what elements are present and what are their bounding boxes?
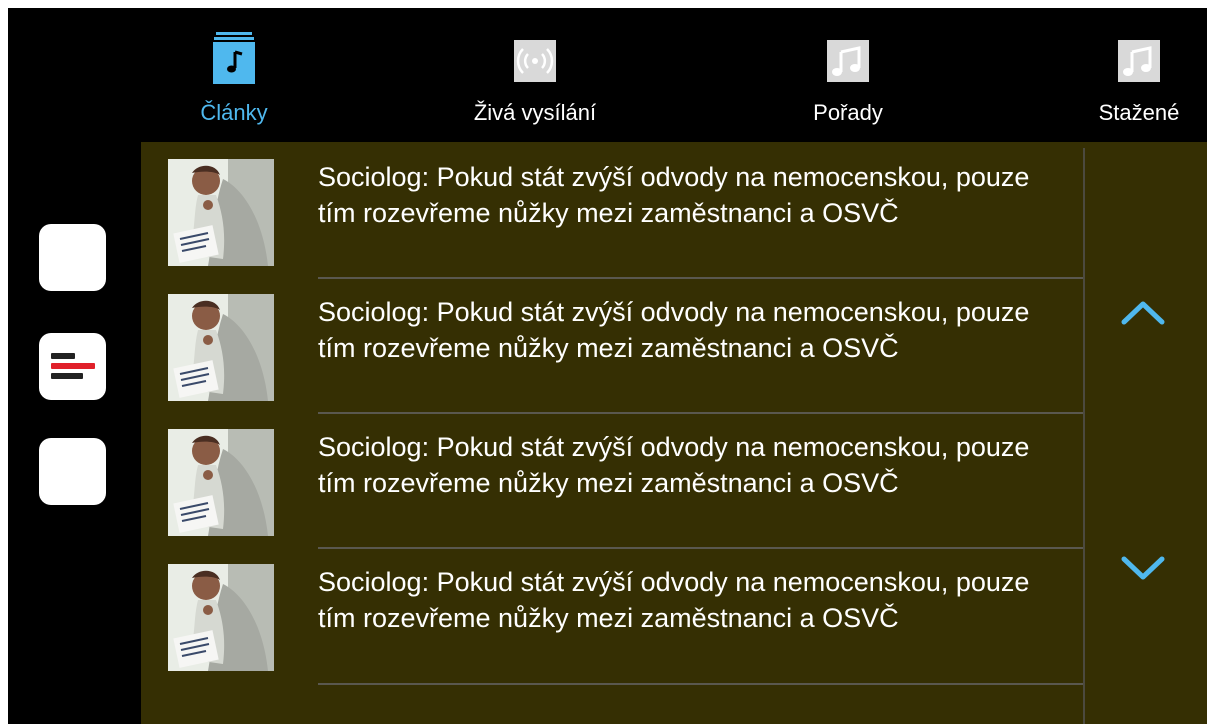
article-item[interactable]: Sociolog: Pokud stát zvýší odvody na nem… (168, 280, 1083, 414)
tab-label: Články (200, 100, 268, 125)
article-item[interactable]: Sociolog: Pokud stát zvýší odvody na nem… (168, 415, 1083, 549)
side-button-list[interactable] (39, 333, 106, 400)
tab-label: Stažené (1098, 100, 1180, 125)
chevron-up-icon[interactable] (1118, 298, 1168, 328)
article-item[interactable]: Sociolog: Pokud stát zvýší odvody na nem… (168, 550, 1083, 684)
tab-label: Pořady (813, 100, 883, 125)
article-thumbnail (168, 564, 274, 671)
article-title: Sociolog: Pokud stát zvýší odvody na nem… (318, 567, 1030, 633)
chevron-down-icon[interactable] (1118, 553, 1168, 583)
tab-ziva-vysilani[interactable]: Živá vysílání (435, 8, 635, 148)
tab-clanky[interactable]: Články (134, 8, 334, 148)
tab-porady[interactable]: Pořady (748, 8, 948, 148)
article-thumbnail (168, 429, 274, 536)
music-note-icon (1118, 40, 1160, 82)
side-button-blank-bottom[interactable] (39, 438, 106, 505)
article-item[interactable]: Sociolog: Pokud stát zvýší odvody na nem… (168, 145, 1083, 279)
tab-bar: Články Živá vysílání Pořady Stažené (143, 8, 1207, 148)
tab-stazene[interactable]: Stažené (1039, 8, 1207, 148)
row-separator (318, 547, 1083, 549)
broadcast-icon (514, 40, 556, 82)
article-thumbnail (168, 159, 274, 266)
article-title: Sociolog: Pokud stát zvýší odvody na nem… (318, 297, 1030, 363)
row-separator (318, 683, 1083, 685)
article-title: Sociolog: Pokud stát zvýší odvody na nem… (318, 432, 1030, 498)
side-rail (8, 148, 141, 724)
row-separator (318, 412, 1083, 414)
scroll-divider (1083, 148, 1085, 724)
tab-label: Živá vysílání (473, 100, 597, 125)
music-note-stack-icon (213, 32, 255, 84)
article-thumbnail (168, 294, 274, 401)
row-separator (318, 277, 1083, 279)
side-button-blank-top[interactable] (39, 224, 106, 291)
app-frame: Články Živá vysílání Pořady Stažené Soci… (8, 8, 1207, 724)
article-title: Sociolog: Pokud stát zvýší odvody na nem… (318, 162, 1030, 228)
music-note-icon (827, 40, 869, 82)
